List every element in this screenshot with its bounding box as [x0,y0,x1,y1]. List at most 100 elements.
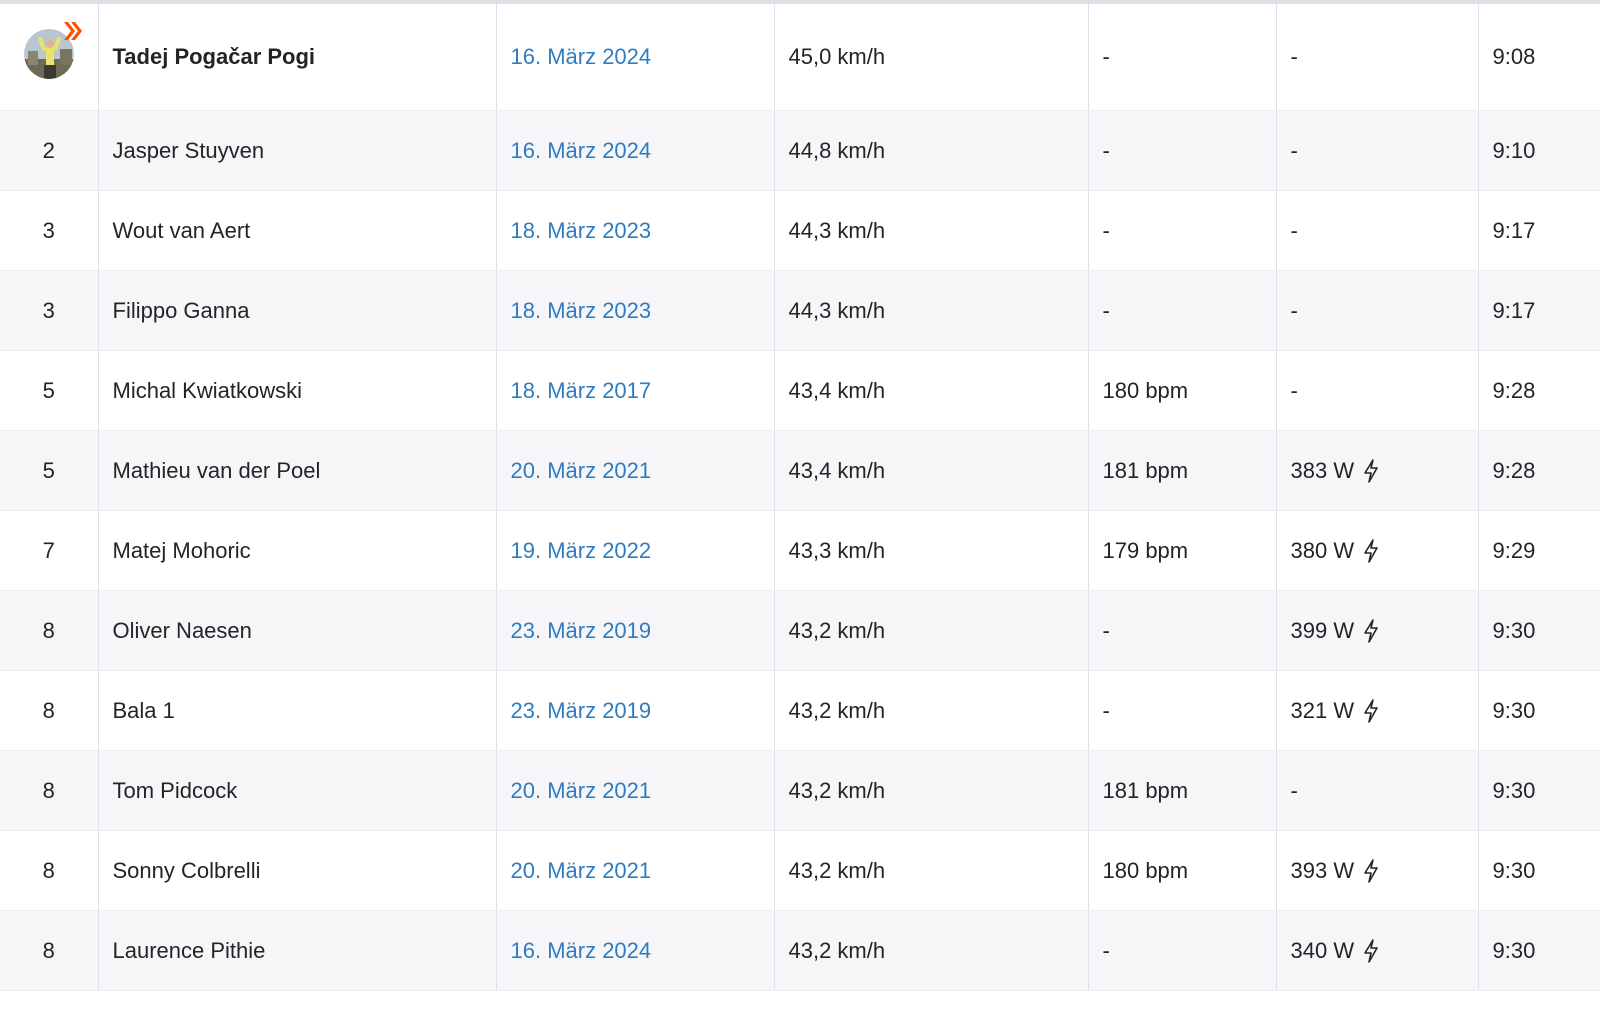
heart-rate-cell: - [1088,670,1277,751]
power-cell: 340 W [1276,910,1479,991]
avatar[interactable] [23,22,82,79]
athlete-name[interactable]: Sonny Colbrelli [113,858,261,883]
heart-rate-cell: - [1088,110,1277,191]
athlete-name[interactable]: Laurence Pithie [113,938,266,963]
speed-cell: 43,2 km/h [774,750,1089,831]
rank-cell: 8 [0,670,99,751]
table-row[interactable]: 2 Jasper Stuyven 16. März 2024 44,8 km/h - -9… [0,110,1600,191]
estimated-power-lightning-icon [1364,538,1378,563]
athlete-name[interactable]: Mathieu van der Poel [113,458,321,483]
power-cell: - [1276,190,1479,271]
power-cell: 393 W [1276,830,1479,911]
activity-date-link[interactable]: 16. März 2024 [511,938,652,963]
table-row[interactable]: 8 Tom Pidcock 20. März 2021 43,2 km/h 181 bp… [0,750,1600,831]
power-value-group: - [1291,138,1298,164]
athlete-name[interactable]: Michal Kwiatkowski [113,378,303,403]
athlete-name[interactable]: Wout van Aert [113,218,251,243]
time-cell: 9:17 [1478,270,1600,351]
activity-date-link[interactable]: 18. März 2023 [511,218,652,243]
time-cell: 9:17 [1478,190,1600,271]
activity-date-link[interactable]: 18. März 2023 [511,298,652,323]
athlete-name[interactable]: Tom Pidcock [113,778,238,803]
athlete-name[interactable]: Tadej Pogačar Pogi [113,44,316,69]
table-row[interactable]: 7 Matej Mohoric 19. März 2022 43,3 km/h 179 … [0,510,1600,591]
power-cell: - [1276,350,1479,431]
activity-date-link[interactable]: 16. März 2024 [511,44,652,69]
power-value-group: 380 W [1291,538,1381,564]
activity-date-link[interactable]: 20. März 2021 [511,858,652,883]
athlete-name[interactable]: Bala 1 [113,698,175,723]
table-row[interactable]: 8 Sonny Colbrelli 20. März 2021 43,2 km/h 18… [0,830,1600,911]
power-value: 321 W [1290,697,1355,723]
activity-date-link[interactable]: 23. März 2019 [511,618,652,643]
power-value: 399 W [1290,617,1355,643]
table-row[interactable]: 8 Oliver Naesen 23. März 2019 43,2 km/h -399… [0,590,1600,671]
table-row[interactable]: 5 Michal Kwiatkowski 18. März 2017 43,4 km/… [0,350,1600,431]
speed-cell: 43,2 km/h [774,910,1089,991]
date-cell: 20. März 2021 [496,750,775,831]
date-cell: 16. März 2024 [496,4,775,111]
power-value-group: - [1291,218,1298,244]
time-cell: 9:30 [1478,910,1600,991]
date-cell: 20. März 2021 [496,430,775,511]
speed-cell: 44,3 km/h [774,190,1089,271]
rank-cell: 8 [0,910,99,991]
rank-cell: 5 [0,430,99,511]
heart-rate-cell: - [1088,910,1277,991]
speed-cell: 44,8 km/h [774,110,1089,191]
rank-cell: 8 [0,590,99,671]
athlete-name[interactable]: Filippo Ganna [113,298,250,323]
activity-date-link[interactable]: 20. März 2021 [511,778,652,803]
athlete-name-cell: Jasper Stuyven [98,110,497,191]
table-row[interactable]: 3 Filippo Ganna 18. März 2023 44,3 km/h - -9:… [0,270,1600,351]
table-row[interactable]: 8 Laurence Pithie 16. März 2024 43,2 km/h -3… [0,910,1600,991]
power-value: - [1290,377,1298,403]
power-value-group: 399 W [1291,618,1381,644]
leaderboard-body: Tadej Pogačar Pogi 16. März 2024 45,0 km… [0,4,1600,991]
activity-date-link[interactable]: 19. März 2022 [511,538,652,563]
athlete-name-cell: Mathieu van der Poel [98,430,497,511]
rank-cell: 2 [0,110,99,191]
athlete-name[interactable]: Matej Mohoric [113,538,251,563]
power-value-group: 383 W [1291,458,1381,484]
speed-cell: 43,3 km/h [774,510,1089,591]
time-cell: 9:30 [1478,830,1600,911]
date-cell: 16. März 2024 [496,910,775,991]
athlete-name-cell: Laurence Pithie [98,910,497,991]
estimated-power-lightning-icon [1364,458,1378,483]
speed-cell: 43,4 km/h [774,430,1089,511]
activity-date-link[interactable]: 20. März 2021 [511,458,652,483]
speed-cell: 43,2 km/h [774,670,1089,751]
heart-rate-cell: - [1088,4,1277,111]
table-row[interactable]: Tadej Pogačar Pogi 16. März 2024 45,0 km… [0,4,1600,111]
heart-rate-cell: 181 bpm [1088,430,1277,511]
athlete-name[interactable]: Oliver Naesen [113,618,252,643]
table-row[interactable]: 3 Wout van Aert 18. März 2023 44,3 km/h - -9:… [0,190,1600,271]
power-value: 380 W [1290,537,1355,563]
time-cell: 9:30 [1478,590,1600,671]
heart-rate-cell: - [1088,270,1277,351]
rank-cell: 5 [0,350,99,431]
power-value: - [1290,44,1298,69]
power-cell: 399 W [1276,590,1479,671]
date-cell: 23. März 2019 [496,590,775,671]
date-cell: 19. März 2022 [496,510,775,591]
power-cell: - [1276,4,1479,111]
athlete-name[interactable]: Jasper Stuyven [113,138,265,163]
power-value-group: - [1291,778,1298,804]
power-value: 340 W [1290,937,1355,963]
activity-date-link[interactable]: 23. März 2019 [511,698,652,723]
power-value-group: - [1291,378,1298,404]
activity-date-link[interactable]: 16. März 2024 [511,138,652,163]
activity-date-link[interactable]: 18. März 2017 [511,378,652,403]
table-row[interactable]: 5 Mathieu van der Poel 20. März 2021 43,4 k… [0,430,1600,511]
speed-cell: 43,4 km/h [774,350,1089,431]
table-row[interactable]: 8 Bala 1 23. März 2019 43,2 km/h -321 W 9:30 [0,670,1600,751]
power-value-group: 321 W [1291,698,1381,724]
athlete-name-cell: Matej Mohoric [98,510,497,591]
power-value: 393 W [1290,857,1355,883]
heart-rate-cell: 180 bpm [1088,350,1277,431]
athlete-name-cell: Oliver Naesen [98,590,497,671]
athlete-name-cell: Filippo Ganna [98,270,497,351]
power-value-group: 340 W [1291,938,1381,964]
